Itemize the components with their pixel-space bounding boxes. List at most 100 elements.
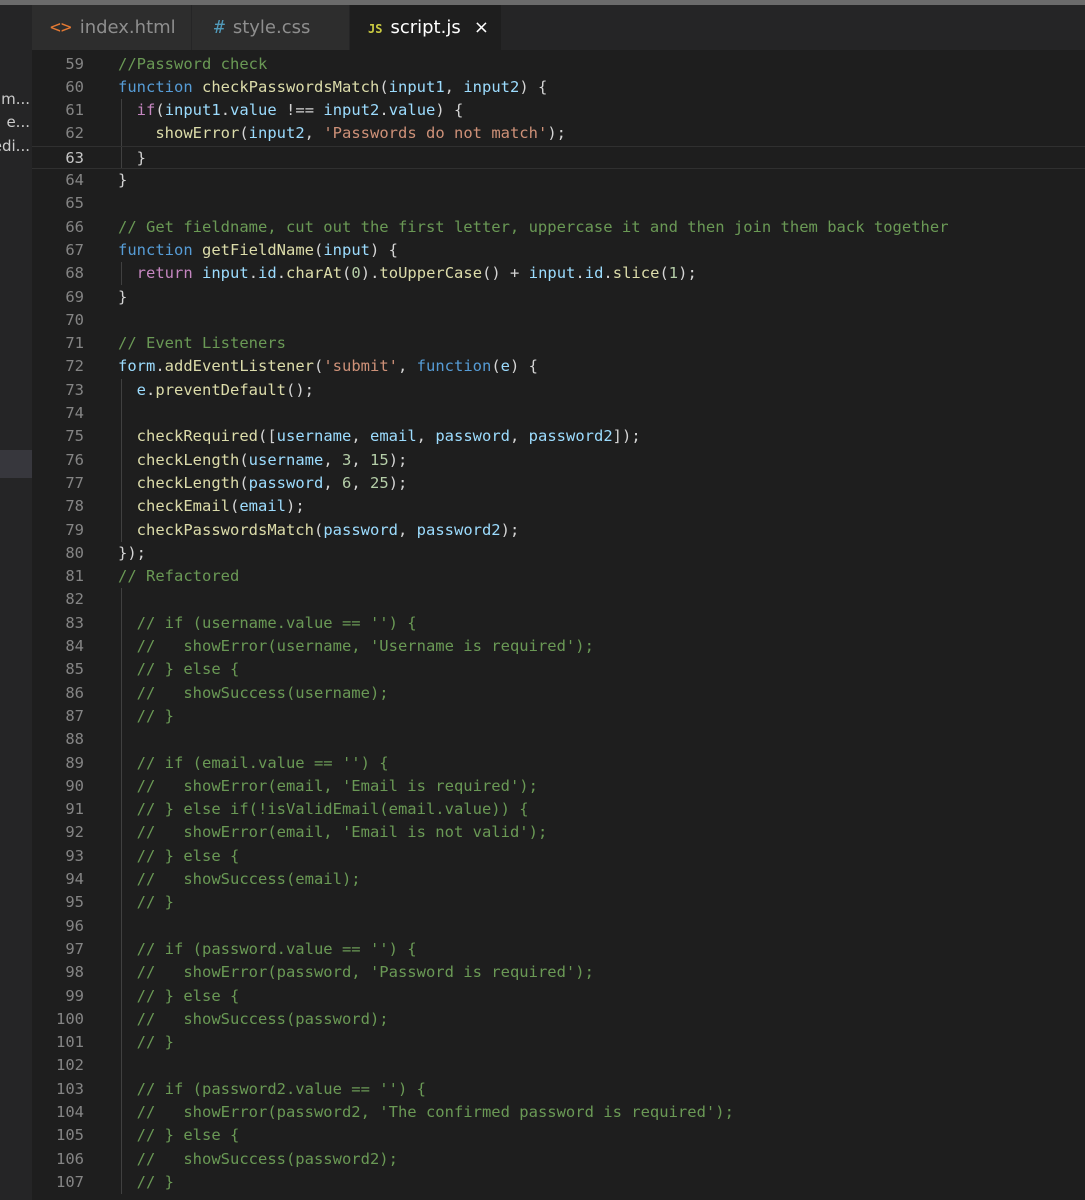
line-number: 103 bbox=[56, 1079, 84, 1098]
code-text: // showError(password, 'Password is requ… bbox=[136, 963, 594, 982]
code-line[interactable]: 93 // } else { bbox=[32, 845, 1085, 868]
code-line[interactable]: 88 bbox=[32, 728, 1085, 751]
code-line[interactable]: 94 // showSuccess(email); bbox=[32, 868, 1085, 891]
code-line[interactable]: 71 // Event Listeners bbox=[32, 332, 1085, 355]
code-line[interactable]: 79 checkPasswordsMatch(password, passwor… bbox=[32, 519, 1085, 542]
code-text: }); bbox=[118, 543, 146, 562]
code-text: // if (password2.value == '') { bbox=[136, 1079, 426, 1098]
line-number: 102 bbox=[56, 1056, 84, 1075]
code-line[interactable]: 105 // } else { bbox=[32, 1124, 1085, 1147]
code-line[interactable]: 104 // showError(password2, 'The confirm… bbox=[32, 1101, 1085, 1124]
code-line[interactable]: 66 // Get fieldname, cut out the first le… bbox=[32, 216, 1085, 239]
css-file-icon: # bbox=[214, 17, 225, 38]
code-line[interactable]: 95 // } bbox=[32, 891, 1085, 914]
code-line[interactable]: 98 // showError(password, 'Password is r… bbox=[32, 961, 1085, 984]
code-line[interactable]: 74 bbox=[32, 402, 1085, 425]
code-line[interactable]: 87 // } bbox=[32, 705, 1085, 728]
code-line[interactable]: 72 form.addEventListener('submit', functi… bbox=[32, 355, 1085, 378]
code-line[interactable]: 59 //Password check bbox=[32, 53, 1085, 76]
code-line[interactable]: 90 // showError(email, 'Email is require… bbox=[32, 775, 1085, 798]
line-number: 88 bbox=[65, 730, 84, 749]
code-text: form.addEventListener('submit', function… bbox=[118, 357, 538, 376]
code-line[interactable]: 97 // if (password.value == '') { bbox=[32, 938, 1085, 961]
html-file-icon: <> bbox=[50, 17, 72, 38]
tab-script-js[interactable]: JS script.js × bbox=[350, 5, 502, 50]
code-line[interactable]: 69} bbox=[32, 286, 1085, 309]
code-line[interactable]: 96 bbox=[32, 915, 1085, 938]
code-line[interactable]: 64} bbox=[32, 169, 1085, 192]
code-line[interactable]: 91 // } else if(!isValidEmail(email.valu… bbox=[32, 798, 1085, 821]
code-line[interactable]: 92 // showError(email, 'Email is not val… bbox=[32, 821, 1085, 844]
code-editor[interactable]: 59 //Password check 60 function checkPasswo… bbox=[32, 50, 1085, 1200]
code-text: checkPasswordsMatch(password, password2)… bbox=[136, 520, 520, 539]
code-line[interactable]: 60 function checkPasswordsMatch(input1, i… bbox=[32, 76, 1085, 99]
code-text: } bbox=[118, 148, 146, 167]
code-text: // } bbox=[136, 706, 174, 725]
code-line[interactable]: 73 e.preventDefault(); bbox=[32, 379, 1085, 402]
line-number: 94 bbox=[65, 870, 84, 888]
code-line[interactable]: 63 } bbox=[32, 145, 1085, 169]
code-line[interactable]: 86 // showSuccess(username); bbox=[32, 682, 1085, 705]
code-text: // showError(username, 'Username is requ… bbox=[136, 637, 594, 655]
code-text: // showSuccess(username); bbox=[136, 683, 389, 702]
line-number: 107 bbox=[56, 1172, 84, 1191]
sidebar-file-item[interactable]: edi... bbox=[0, 135, 32, 158]
code-text: // } else if(!isValidEmail(email.value))… bbox=[136, 800, 529, 819]
code-text: if(input1.value !== input2.value) { bbox=[136, 101, 464, 120]
code-line[interactable]: 99 // } else { bbox=[32, 985, 1085, 1008]
code-line[interactable]: 100 // showSuccess(password); bbox=[32, 1008, 1085, 1031]
code-line[interactable]: 84 // showError(username, 'Username is r… bbox=[32, 635, 1085, 658]
code-line[interactable]: 81 // Refactored bbox=[32, 565, 1085, 588]
line-number: 82 bbox=[65, 590, 84, 609]
code-text: function getFieldName(input) { bbox=[118, 240, 398, 259]
code-line[interactable]: 67 function getFieldName(input) { bbox=[32, 239, 1085, 262]
code-line[interactable]: 89 // if (email.value == '') { bbox=[32, 752, 1085, 775]
sidebar-file-item[interactable]: m... bbox=[0, 88, 32, 111]
code-line[interactable]: 77 checkLength(password, 6, 25); bbox=[32, 472, 1085, 495]
line-number: 68 bbox=[65, 264, 84, 283]
code-text: return input.id.charAt(0).toUpperCase() … bbox=[136, 264, 697, 283]
code-line[interactable]: 107 // } bbox=[32, 1171, 1085, 1194]
code-line[interactable]: 61 if(input1.value !== input2.value) { bbox=[32, 99, 1085, 122]
line-number: 97 bbox=[65, 939, 84, 958]
close-icon[interactable]: × bbox=[474, 5, 489, 50]
code-text: // } else { bbox=[136, 846, 240, 865]
line-number: 66 bbox=[65, 217, 84, 236]
line-number: 91 bbox=[65, 800, 84, 819]
code-line[interactable]: 83 // if (username.value == '') { bbox=[32, 612, 1085, 635]
explorer-sidebar: m... e... edi... bbox=[0, 5, 32, 1200]
line-number: 81 bbox=[65, 567, 84, 586]
code-line[interactable]: 78 checkEmail(email); bbox=[32, 495, 1085, 518]
code-line[interactable]: 65 bbox=[32, 192, 1085, 215]
code-line[interactable]: 102 bbox=[32, 1054, 1085, 1077]
line-number: 59 bbox=[65, 54, 84, 73]
code-text: // } bbox=[136, 1033, 174, 1052]
line-number: 98 bbox=[65, 963, 84, 982]
tab-style-css[interactable]: # style.css bbox=[192, 5, 350, 50]
code-text: //Password check bbox=[118, 54, 268, 73]
line-number: 96 bbox=[65, 916, 84, 935]
code-line[interactable]: 70 bbox=[32, 309, 1085, 332]
code-line[interactable]: 80}); bbox=[32, 542, 1085, 565]
code-line[interactable]: 106 // showSuccess(password2); bbox=[32, 1148, 1085, 1171]
line-number: 105 bbox=[56, 1126, 84, 1145]
tab-index-html[interactable]: <> index.html bbox=[32, 5, 192, 50]
code-line[interactable]: 103 // if (password2.value == '') { bbox=[32, 1078, 1085, 1101]
code-line[interactable]: 68 return input.id.charAt(0).toUpperCase… bbox=[32, 262, 1085, 285]
code-line[interactable]: 101 // } bbox=[32, 1031, 1085, 1054]
code-line[interactable]: 75 checkRequired([username, email, passw… bbox=[32, 425, 1085, 448]
code-text: // showError(password2, 'The confirmed p… bbox=[136, 1103, 734, 1121]
line-number: 77 bbox=[65, 473, 84, 492]
line-number: 73 bbox=[65, 380, 84, 399]
sidebar-selected-row[interactable] bbox=[0, 450, 32, 478]
line-number: 99 bbox=[65, 986, 84, 1005]
code-text: showError(input2, 'Passwords do not matc… bbox=[155, 124, 566, 143]
code-line[interactable]: 76 checkLength(username, 3, 15); bbox=[32, 449, 1085, 472]
tab-label: index.html bbox=[79, 17, 176, 38]
code-line[interactable]: 85 // } else { bbox=[32, 658, 1085, 681]
code-line[interactable]: 82 bbox=[32, 588, 1085, 611]
sidebar-file-item[interactable]: e... bbox=[0, 111, 32, 134]
code-text: // } else { bbox=[136, 986, 240, 1005]
code-line[interactable]: 62 showError(input2, 'Passwords do not m… bbox=[32, 122, 1085, 145]
line-number: 61 bbox=[65, 101, 84, 120]
